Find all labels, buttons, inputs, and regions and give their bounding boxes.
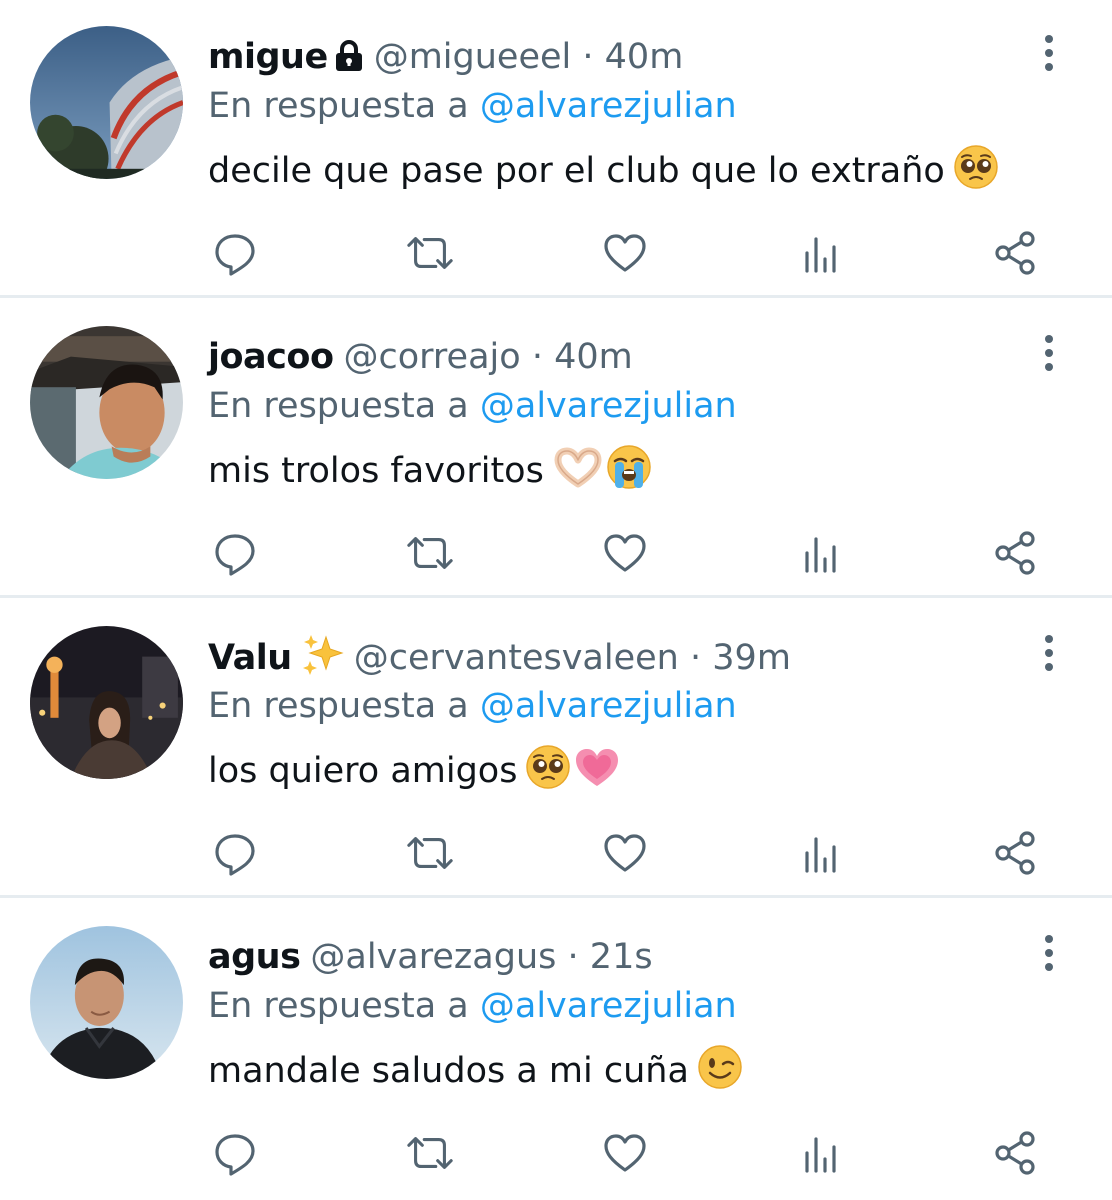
- user-handle[interactable]: @correajo: [344, 337, 521, 377]
- analytics-icon[interactable]: [795, 228, 845, 278]
- reply-prefix: En respuesta a: [208, 986, 469, 1026]
- separator-dot: ·: [582, 37, 594, 77]
- tweet-text-body: los quiero amigos: [208, 751, 518, 791]
- avatar[interactable]: [30, 26, 183, 179]
- reply-icon[interactable]: [210, 1128, 260, 1178]
- tweet-text-body: mis trolos favoritos: [208, 451, 544, 491]
- tweet-text-body: mandale saludos a mi cuña: [208, 1051, 689, 1091]
- timestamp[interactable]: 40m: [554, 337, 633, 377]
- tweet-header: migue @migueeel · 40m: [208, 33, 683, 81]
- tweet-actions: [0, 1128, 1112, 1178]
- tweet-text: mis trolos favoritos: [208, 444, 652, 496]
- like-icon[interactable]: [600, 1128, 650, 1178]
- analytics-icon[interactable]: [795, 828, 845, 878]
- tweet-header: joacoo @correajo · 40m: [208, 333, 633, 381]
- reply-mention-link[interactable]: @alvarezjulian: [480, 386, 737, 426]
- retweet-icon[interactable]: [405, 528, 455, 578]
- reply-icon[interactable]: [210, 828, 260, 878]
- reply-mention-link[interactable]: @alvarezjulian: [480, 986, 737, 1026]
- user-handle[interactable]: @cervantesvaleen: [354, 638, 679, 678]
- timestamp[interactable]: 40m: [605, 37, 684, 77]
- like-icon[interactable]: [600, 828, 650, 878]
- more-options-icon[interactable]: [1038, 634, 1060, 674]
- more-options-icon[interactable]: [1038, 334, 1060, 374]
- growing-heart-emoji: [573, 744, 621, 805]
- user-handle[interactable]: @alvarezagus: [310, 937, 556, 977]
- share-icon[interactable]: [990, 828, 1040, 878]
- tweet-text-body: decile que pase por el club que lo extra…: [208, 151, 945, 191]
- reply-prefix: En respuesta a: [208, 686, 469, 726]
- reply-context: En respuesta a @alvarezjulian: [208, 82, 737, 130]
- separator-dot: ·: [531, 337, 543, 377]
- retweet-icon[interactable]: [405, 228, 455, 278]
- avatar[interactable]: [30, 326, 183, 479]
- avatar-image: [30, 326, 183, 479]
- reply-context: En respuesta a @alvarezjulian: [208, 382, 737, 430]
- reply-mention-link[interactable]: @alvarezjulian: [480, 686, 737, 726]
- winking-face-emoji: [697, 1044, 743, 1105]
- tweet-actions: [0, 828, 1112, 878]
- tweet-actions: [0, 228, 1112, 278]
- tweet-text: decile que pase por el club que lo extra…: [208, 144, 999, 196]
- reply-icon[interactable]: [210, 528, 260, 578]
- pleading-face-emoji: [525, 744, 571, 805]
- more-options-icon[interactable]: [1038, 34, 1060, 74]
- heart-hands-emoji: [552, 444, 604, 505]
- like-icon[interactable]: [600, 528, 650, 578]
- avatar[interactable]: [30, 626, 183, 779]
- tweet-card[interactable]: agus @alvarezagus · 21s En respuesta a @a…: [0, 900, 1112, 1200]
- reply-prefix: En respuesta a: [208, 386, 469, 426]
- timestamp[interactable]: 21s: [590, 937, 653, 977]
- analytics-icon[interactable]: [795, 1128, 845, 1178]
- reply-feed: migue @migueeel · 40m En respuesta a @alv…: [0, 0, 1112, 1200]
- display-name[interactable]: agus: [208, 937, 301, 977]
- share-icon[interactable]: [990, 528, 1040, 578]
- tweet-header: agus @alvarezagus · 21s: [208, 933, 653, 981]
- reply-mention-link[interactable]: @alvarezjulian: [480, 86, 737, 126]
- tweet-actions: [0, 528, 1112, 578]
- display-name[interactable]: joacoo: [208, 337, 334, 377]
- tweet-card[interactable]: migue @migueeel · 40m En respuesta a @alv…: [0, 0, 1112, 298]
- tweet-text: mandale saludos a mi cuña: [208, 1044, 743, 1096]
- reply-prefix: En respuesta a: [208, 86, 469, 126]
- sparkles-icon: [302, 633, 344, 688]
- loudly-crying-face-emoji: [606, 444, 652, 505]
- user-handle[interactable]: @migueeel: [374, 37, 572, 77]
- tweet-card[interactable]: Valu @cervantesvaleen · 39m En respuesta …: [0, 600, 1112, 898]
- share-icon[interactable]: [990, 1128, 1040, 1178]
- retweet-icon[interactable]: [405, 828, 455, 878]
- avatar[interactable]: [30, 926, 183, 1079]
- avatar-image: [30, 626, 183, 779]
- more-options-icon[interactable]: [1038, 934, 1060, 974]
- avatar-image: [30, 26, 183, 179]
- display-name[interactable]: migue: [208, 37, 328, 77]
- like-icon[interactable]: [600, 228, 650, 278]
- separator-dot: ·: [567, 937, 579, 977]
- share-icon[interactable]: [990, 228, 1040, 278]
- reply-context: En respuesta a @alvarezjulian: [208, 982, 737, 1030]
- separator-dot: ·: [690, 638, 702, 678]
- retweet-icon[interactable]: [405, 1128, 455, 1178]
- tweet-text: los quiero amigos: [208, 744, 621, 796]
- reply-context: En respuesta a @alvarezjulian: [208, 682, 737, 730]
- timestamp[interactable]: 39m: [712, 638, 791, 678]
- lock-icon: [334, 37, 364, 85]
- reply-icon[interactable]: [210, 228, 260, 278]
- avatar-image: [30, 926, 183, 1079]
- analytics-icon[interactable]: [795, 528, 845, 578]
- tweet-card[interactable]: joacoo @correajo · 40m En respuesta a @al…: [0, 300, 1112, 598]
- display-name[interactable]: Valu: [208, 638, 292, 678]
- pleading-face-emoji: [953, 144, 999, 205]
- tweet-header: Valu @cervantesvaleen · 39m: [208, 633, 791, 681]
